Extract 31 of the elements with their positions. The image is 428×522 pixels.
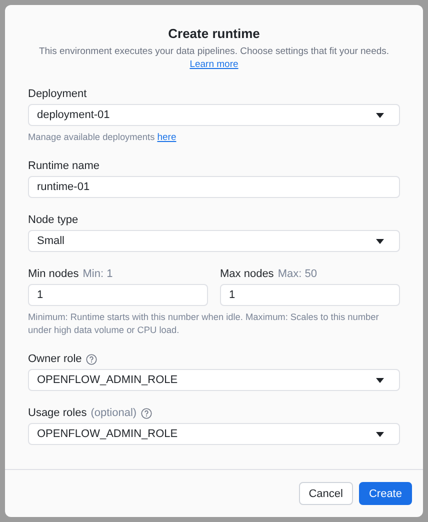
cancel-button[interactable]: Cancel (298, 482, 353, 505)
input-field[interactable]: 1 (28, 284, 208, 306)
dropdown[interactable]: Small (28, 230, 400, 252)
dialog-title: Create runtime (168, 26, 260, 41)
optional-note: (optional) (90, 407, 137, 420)
here-link[interactable]: here (157, 132, 176, 143)
dropdown[interactable]: OPENFLOW_ADMIN_ROLE (28, 369, 400, 392)
caret-icon (376, 378, 384, 383)
dialog-subtitle: This environment executes your data pipelines. Choose settings that fit your needs. (38, 46, 390, 57)
input-field[interactable]: runtime-01 (28, 176, 400, 198)
field-label: Deployment (28, 88, 87, 100)
field-label: Owner role (28, 353, 82, 366)
field-label: Min nodes (28, 268, 79, 280)
help-icon[interactable] (140, 408, 152, 419)
help-text: Manage available deployments here (28, 131, 178, 144)
field-label: Usage roles (28, 407, 87, 420)
help-text: Minimum: Runtime starts with this number when idle. Maximum: Scales to this number under high data volume or CPU load. (28, 311, 380, 338)
dropdown[interactable]: OPENFLOW_ADMIN_ROLE (28, 423, 400, 446)
field-label: Runtime name (28, 160, 100, 172)
field-hint: Max: 50 (278, 268, 317, 280)
dropdown[interactable]: deployment-01 (28, 104, 400, 126)
field-label: Max nodes (220, 268, 274, 280)
learn-more-link[interactable]: Learn more (190, 59, 238, 70)
caret-icon (376, 112, 384, 118)
caret-icon (376, 432, 384, 437)
help-icon[interactable] (86, 354, 97, 365)
create-button[interactable]: Create (358, 482, 412, 505)
field-hint: Min: 1 (82, 268, 113, 280)
field-label: Node type (28, 214, 78, 226)
caret-icon (376, 238, 384, 244)
input-field[interactable]: 1 (220, 284, 400, 306)
